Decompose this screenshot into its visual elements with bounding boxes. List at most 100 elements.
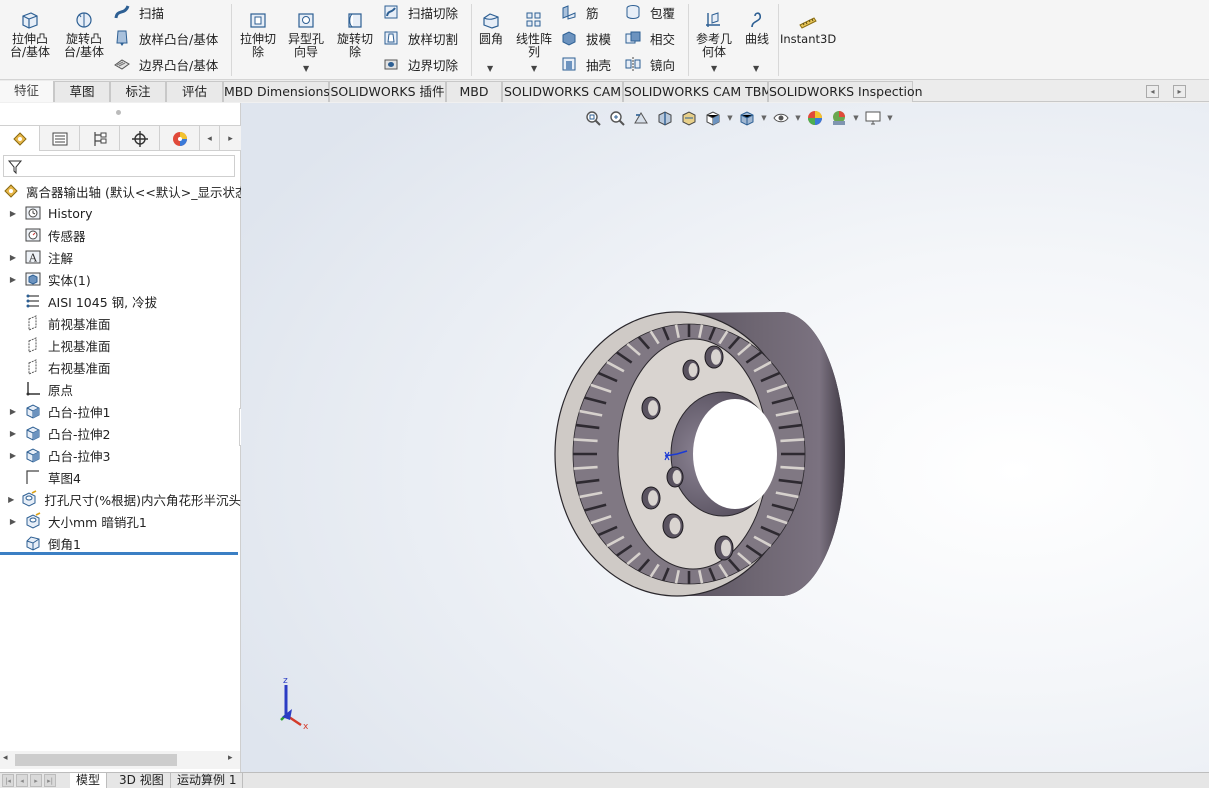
revolved-cut-button[interactable]: 旋转切 除	[332, 4, 378, 59]
next-tab-icon[interactable]: ▸	[30, 774, 42, 787]
scroll-right-icon[interactable]: ▸	[228, 753, 233, 763]
expand-arrow-icon[interactable]: ▶	[6, 253, 20, 262]
triad-z-label: z	[283, 676, 288, 686]
display-manager-tab[interactable]	[160, 126, 200, 151]
lofted-cut-label: 放样切割	[408, 31, 459, 47]
linear-pattern-button[interactable]: 线性阵 列 ▼	[512, 4, 556, 73]
expand-arrow-icon[interactable]: ▶	[6, 495, 16, 504]
tree-horizontal-scrollbar[interactable]: ◂ ▸	[0, 751, 240, 769]
intersect-button[interactable]: 相交	[624, 27, 675, 49]
draft-button[interactable]: 拔模	[560, 27, 611, 49]
expand-arrow-icon[interactable]: ▶	[6, 451, 20, 460]
last-tab-icon[interactable]: ▸|	[44, 774, 56, 787]
hole-wizard-button[interactable]: 异型孔 向导 ▼	[284, 4, 328, 73]
tab-solidworks-cam-tbm[interactable]: SOLIDWORKS CAM TBM	[623, 81, 772, 102]
tree-item[interactable]: ▶ History	[0, 202, 241, 224]
tree-item[interactable]: 前视基准面	[0, 312, 241, 334]
tree-item-label: 凸台-拉伸2	[48, 426, 111, 442]
tab-evaluate[interactable]: 评估	[166, 81, 223, 102]
scroll-left-icon[interactable]: ◂	[3, 753, 8, 763]
tree-item[interactable]: ▶ 大小mm 暗销孔1	[0, 510, 241, 532]
scrollbar-thumb[interactable]	[15, 754, 177, 766]
coordinate-triad: z x	[280, 676, 309, 732]
rib-button[interactable]: 筋	[560, 1, 599, 23]
mirror-button[interactable]: 镜向	[624, 53, 675, 75]
configuration-manager-tab[interactable]	[80, 126, 120, 151]
tree-item[interactable]: 上视基准面	[0, 334, 241, 356]
tree-item-label: 前视基准面	[48, 316, 111, 332]
reference-geometry-button[interactable]: 参考几 何体 ▼	[692, 4, 736, 73]
rib-label: 筋	[586, 5, 599, 21]
loft-boss-button[interactable]: 放样凸台/基体	[113, 27, 218, 49]
expand-arrow-icon[interactable]: ▶	[6, 517, 20, 526]
hole-wizard-dropdown-icon[interactable]: ▼	[303, 62, 309, 75]
fillet-dropdown-icon[interactable]: ▼	[487, 62, 493, 75]
lofted-cut-button[interactable]: 放样切割	[382, 27, 458, 49]
expand-arrow-icon[interactable]: ▶	[6, 429, 20, 438]
tab-model[interactable]: 模型	[70, 773, 108, 788]
tab-mbd[interactable]: MBD	[446, 81, 502, 102]
tree-item[interactable]: ▶ 凸台-拉伸1	[0, 400, 241, 422]
feature-tree-filter[interactable]	[3, 155, 235, 177]
rollback-bar[interactable]	[0, 552, 238, 555]
expand-arrow-icon[interactable]: ▶	[6, 275, 20, 284]
extruded-boss-button[interactable]: 拉伸凸 台/基体	[6, 4, 54, 59]
tab-3d-views[interactable]: 3D 视图	[113, 773, 171, 788]
expand-arrow-icon[interactable]: ▶	[6, 407, 20, 416]
panel-tab-scroll-left-icon[interactable]: ◂	[200, 126, 220, 151]
swept-cut-button[interactable]: 扫描切除	[382, 1, 458, 23]
feature-manager-tab[interactable]	[0, 126, 40, 151]
boundary-cut-button[interactable]: 边界切除	[382, 53, 458, 75]
collapse-left-icon[interactable]: ◂	[1146, 85, 1159, 98]
tree-item[interactable]: ▶ A 注解	[0, 246, 241, 268]
boundary-boss-button[interactable]: 边界凸台/基体	[113, 53, 218, 75]
panel-tab-scroll-right-icon[interactable]: ▸	[220, 126, 241, 151]
tab-motion-study[interactable]: 运动算例 1	[171, 773, 244, 788]
tree-item[interactable]: 草图4	[0, 466, 241, 488]
tab-features[interactable]: 特征	[0, 81, 54, 102]
collapse-right-icon[interactable]: ▸	[1173, 85, 1186, 98]
tab-solidworks-addins[interactable]: SOLIDWORKS 插件	[329, 81, 446, 102]
tree-item-label: 凸台-拉伸3	[48, 448, 111, 464]
graphics-viewport[interactable]: ▼ ▼ ▼ ▼ ▼ z x	[241, 103, 1209, 772]
tree-item[interactable]: 传感器	[0, 224, 241, 246]
revolved-cut-icon	[348, 13, 362, 28]
tab-solidworks-cam[interactable]: SOLIDWORKS CAM	[502, 81, 623, 102]
tree-item[interactable]: ▶ 凸台-拉伸3	[0, 444, 241, 466]
revolved-boss-button[interactable]: 旋转凸 台/基体	[60, 4, 108, 59]
tab-markup[interactable]: 标注	[110, 81, 166, 102]
curves-dropdown-icon[interactable]: ▼	[753, 62, 759, 75]
curves-button[interactable]: 曲线 ▼	[740, 4, 774, 73]
tree-item[interactable]: ▶ 凸台-拉伸2	[0, 422, 241, 444]
tree-item[interactable]: AISI 1045 钢, 冷拔	[0, 290, 241, 312]
tree-root-part[interactable]: 离合器输出轴 (默认<<默认>_显示状态	[0, 180, 241, 202]
mirror-label: 镜向	[650, 57, 676, 73]
tree-item[interactable]: 原点	[0, 378, 241, 400]
tree-item[interactable]: 右视基准面	[0, 356, 241, 378]
gear-part[interactable]	[554, 311, 845, 597]
first-tab-icon[interactable]: |◂	[2, 774, 14, 787]
boundary-boss-icon	[114, 59, 130, 70]
extruded-cut-button[interactable]: 拉伸切 除	[236, 4, 280, 59]
reference-geometry-dropdown-icon[interactable]: ▼	[711, 62, 717, 75]
tab-mbd-dimensions[interactable]: MBD Dimensions	[223, 81, 330, 102]
prev-tab-icon[interactable]: ◂	[16, 774, 28, 787]
linear-pattern-dropdown-icon[interactable]: ▼	[531, 62, 537, 75]
tree-item-label: 打孔尺寸(%根据)内六角花形半沉头	[44, 492, 241, 508]
tab-solidworks-inspection[interactable]: SOLIDWORKS Inspection	[768, 81, 923, 102]
tree-item[interactable]: ▶ 打孔尺寸(%根据)内六角花形半沉头	[0, 488, 241, 510]
expand-arrow-icon[interactable]: ▶	[6, 209, 20, 218]
sweep-button[interactable]: 扫描	[113, 1, 164, 23]
shell-button[interactable]: 抽壳	[560, 53, 611, 75]
tree-item[interactable]: 倒角1	[0, 532, 241, 554]
property-manager-tab[interactable]	[40, 126, 80, 151]
dimxpert-manager-tab[interactable]	[120, 126, 160, 151]
tab-sketch[interactable]: 草图	[54, 81, 110, 102]
wrap-button[interactable]: 包覆	[624, 1, 675, 23]
gear-tooth	[780, 438, 805, 443]
fillet-button[interactable]: 圆角 ▼	[474, 4, 508, 73]
instant3d-button[interactable]: Instant3D	[780, 4, 836, 46]
tree-item[interactable]: ▶ 实体(1)	[0, 268, 241, 290]
revolved-boss-label: 旋转凸 台/基体	[63, 32, 105, 59]
panel-grip-icon[interactable]	[116, 110, 121, 115]
